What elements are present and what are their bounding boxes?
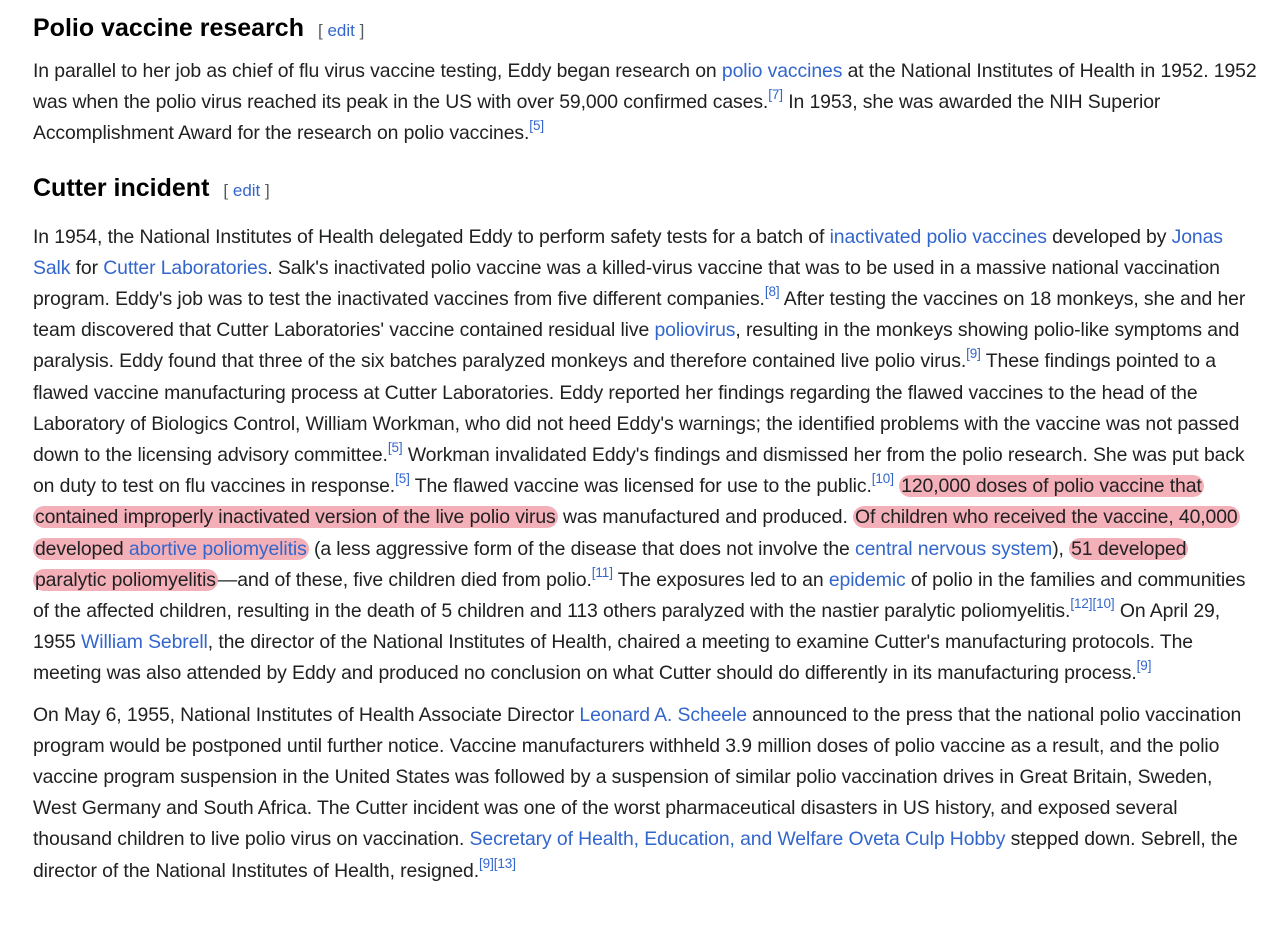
text: In 1954, the National Institutes of Heal… [33, 225, 830, 248]
heading-text: Cutter incident [33, 173, 210, 202]
citation-link[interactable]: [5] [388, 440, 403, 455]
text: —and of these, five children died from p… [217, 568, 592, 591]
link-leonard-scheele[interactable]: Leonard A. Scheele [579, 704, 747, 726]
citation[interactable]: [5] [529, 119, 544, 134]
text: The flawed vaccine was licensed for use … [409, 475, 872, 498]
citation-link[interactable]: [5] [529, 119, 544, 134]
paragraph-cutter-incident: In 1954, the National Institutes of Heal… [33, 222, 1260, 690]
citation[interactable]: [10] [1092, 596, 1114, 611]
link-poliovirus[interactable]: poliovirus [654, 319, 735, 341]
citation[interactable]: [12] [1070, 596, 1092, 611]
citation-link[interactable]: [7] [768, 87, 783, 102]
section-heading-polio-research: Polio vaccine research [ edit ] [33, 9, 1260, 50]
citation-link[interactable]: [9] [479, 856, 494, 871]
paragraph-polio-research: In parallel to her job as chief of flu v… [33, 56, 1260, 150]
link-central-nervous-system[interactable]: central nervous system [855, 538, 1052, 560]
link-inactivated-polio-vaccines[interactable]: inactivated polio vaccines [830, 226, 1047, 248]
link-polio-vaccines[interactable]: polio vaccines [722, 60, 843, 82]
citation-link[interactable]: [8] [765, 284, 780, 299]
link-cutter-laboratories[interactable]: Cutter Laboratories [103, 257, 267, 279]
paragraph-program-suspension: On May 6, 1955, National Institutes of H… [33, 700, 1260, 887]
text: was manufactured and produced. [557, 506, 854, 529]
citation[interactable]: [5] [388, 440, 403, 455]
citation-link[interactable]: [11] [592, 565, 613, 580]
text: , the director of the National Institute… [33, 631, 1193, 685]
edit-section: [ edit ] [223, 180, 270, 200]
citation[interactable]: [11] [592, 565, 613, 580]
section-heading-cutter-incident: Cutter incident [ edit ] [33, 169, 1260, 210]
citation-link[interactable]: [9] [1137, 659, 1152, 674]
edit-link[interactable]: edit [233, 181, 260, 200]
edit-section: [ edit ] [317, 21, 365, 40]
citation[interactable]: [8] [765, 284, 780, 299]
citation-link[interactable]: [5] [395, 471, 410, 486]
citation-link[interactable]: [13] [494, 856, 516, 871]
link-abortive-poliomyelitis[interactable]: abortive poliomyelitis [129, 538, 307, 560]
citation[interactable]: [13] [494, 856, 516, 871]
citation-link[interactable]: [9] [966, 347, 981, 362]
citation-link[interactable]: [10] [1092, 596, 1114, 611]
text: On May 6, 1955, National Institutes of H… [33, 703, 580, 726]
citation[interactable]: [7] [768, 87, 783, 102]
citation[interactable]: [5] [395, 471, 410, 486]
text: In parallel to her job as chief of flu v… [33, 60, 722, 82]
edit-link[interactable]: edit [327, 21, 354, 40]
citation[interactable]: [9] [1137, 659, 1152, 674]
link-oveta-culp-hobby[interactable]: Secretary of Health, Education, and Welf… [470, 828, 1006, 850]
citation-link[interactable]: [10] [872, 471, 894, 486]
heading-text: Polio vaccine research [33, 14, 304, 42]
text: (a less aggressive form of the disease t… [308, 537, 856, 560]
citation[interactable]: [9] [479, 856, 494, 871]
citation-link[interactable]: [12] [1070, 596, 1092, 611]
citation[interactable]: [9] [966, 347, 981, 362]
article-content: Polio vaccine research [ edit ] In parall… [0, 0, 1280, 887]
text: ), [1052, 537, 1070, 560]
citation[interactable]: [10] [872, 471, 894, 486]
link-epidemic[interactable]: epidemic [829, 569, 906, 591]
text: The exposures led to an [612, 568, 829, 591]
text: for [70, 256, 104, 279]
link-william-sebrell[interactable]: William Sebrell [81, 631, 208, 653]
text: developed by [1046, 225, 1172, 248]
